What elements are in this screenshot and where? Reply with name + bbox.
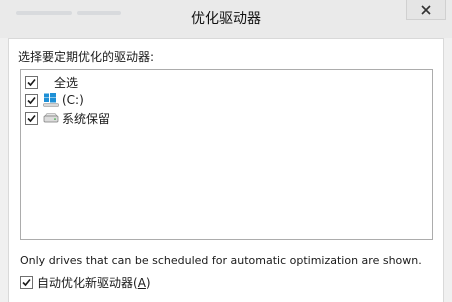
list-item-label: (C:) — [62, 93, 84, 107]
system-reserved-checkbox[interactable] — [25, 111, 38, 125]
optimize-drives-dialog: 优化驱动器 选择要定期优化的驱动器: 全选 (C:) 系统保留 Only dri… — [0, 0, 452, 302]
drive-c-checkbox[interactable] — [25, 93, 38, 107]
accelerator-key: A — [137, 276, 146, 290]
hard-drive-icon — [42, 111, 60, 125]
windows-drive-icon — [42, 93, 60, 107]
select-all-checkbox[interactable] — [25, 75, 38, 89]
auto-optimize-checkbox[interactable] — [20, 276, 33, 289]
close-button[interactable] — [406, 0, 446, 20]
info-text: Only drives that can be scheduled for au… — [20, 254, 422, 267]
list-item-system-reserved[interactable]: 系统保留 — [25, 109, 110, 127]
checkmark-icon — [22, 278, 31, 287]
drive-list[interactable]: 全选 (C:) 系统保留 — [20, 69, 433, 240]
auto-optimize-label: 自动优化新驱动器(A) — [37, 276, 151, 290]
title-bar[interactable]: 优化驱动器 — [0, 0, 452, 38]
close-icon — [421, 4, 431, 15]
list-item-drive-c[interactable]: (C:) — [25, 91, 84, 109]
select-drives-label: 选择要定期优化的驱动器: — [18, 50, 155, 64]
window-title: 优化驱动器 — [191, 11, 261, 27]
checkmark-icon — [27, 114, 36, 122]
checkmark-icon — [27, 96, 36, 104]
dialog-content: 选择要定期优化的驱动器: 全选 (C:) 系统保留 Only drives th… — [8, 38, 444, 302]
list-item-label: 系统保留 — [62, 111, 111, 126]
list-item-label: 全选 — [54, 75, 79, 90]
auto-optimize-option[interactable]: 自动优化新驱动器(A) — [20, 274, 151, 291]
list-item-select-all[interactable]: 全选 — [25, 73, 78, 91]
checkmark-icon — [27, 78, 36, 86]
